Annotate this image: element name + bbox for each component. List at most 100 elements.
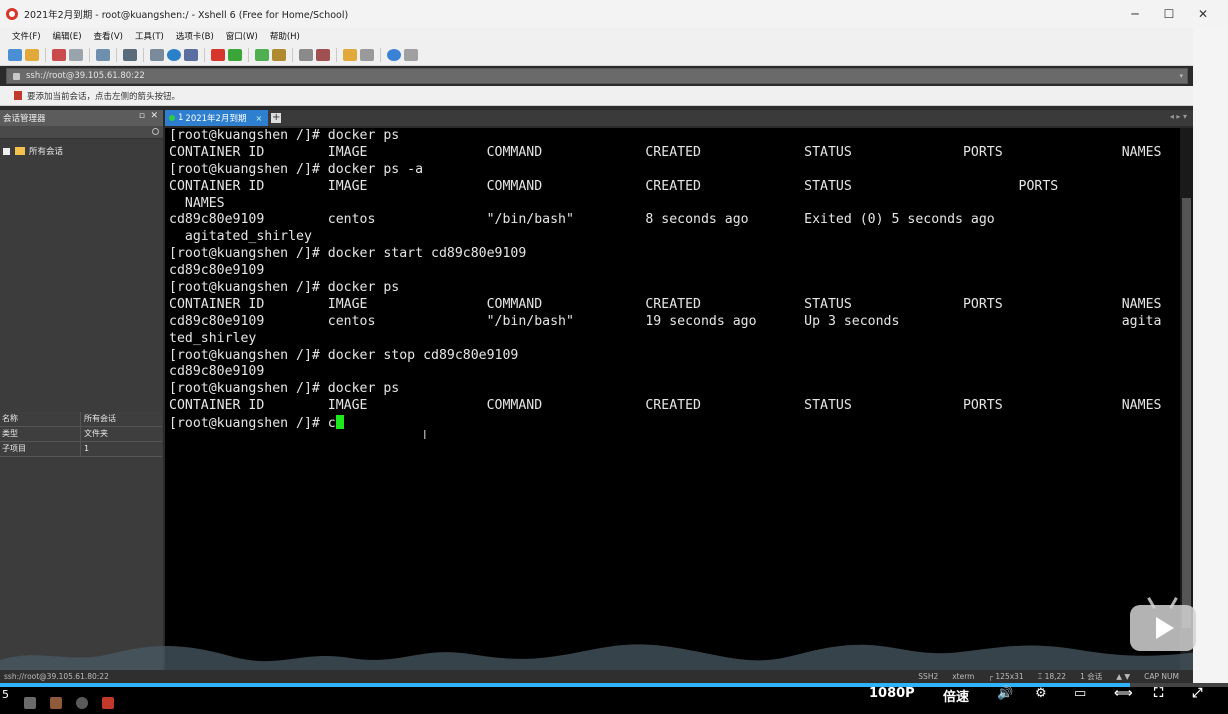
- fullscreen-icon[interactable]: [255, 48, 269, 61]
- quality-button[interactable]: 1080P: [869, 686, 915, 701]
- menu-bar: 文件(F) 编辑(E) 查看(V) 工具(T) 选项卡(B) 窗口(W) 帮助(…: [0, 28, 1193, 44]
- address-bar[interactable]: ssh://root@39.105.61.80:22 ▾: [6, 68, 1188, 84]
- status-cursor-pos: ⌶ 18,22: [1037, 671, 1067, 681]
- maximize-button[interactable]: ☐: [1152, 0, 1186, 28]
- menu-tab[interactable]: 选项卡(B): [176, 30, 214, 42]
- terminal-prompt: [root@kuangshen /]#: [169, 416, 328, 432]
- terminal-line: [root@kuangshen /]# docker stop cd89c80e…: [169, 347, 519, 363]
- terminal-line: [root@kuangshen /]# docker ps: [169, 128, 400, 143]
- menu-help[interactable]: 帮助(H): [270, 30, 300, 42]
- new-session-icon[interactable]: [8, 48, 22, 61]
- terminal[interactable]: [root@kuangshen /]# docker ps CONTAINER …: [165, 128, 1180, 670]
- search-icon[interactable]: [152, 128, 159, 135]
- globe-icon[interactable]: [167, 48, 181, 61]
- video-control-bar: 5 1080P 倍速 🔊 ⚙ ▭ ⟺ ⛶ ⤢: [0, 683, 1228, 714]
- status-session: ssh://root@39.105.61.80:22: [4, 672, 109, 681]
- menu-window[interactable]: 窗口(W): [226, 30, 258, 42]
- close-icon[interactable]: ✕: [150, 111, 158, 121]
- tab-number: 1: [178, 113, 184, 123]
- session-search-input[interactable]: [0, 126, 163, 139]
- status-keys: CAP NUM: [1144, 672, 1179, 681]
- add-tab-button[interactable]: +: [271, 113, 282, 123]
- taskbar-app-icon[interactable]: [50, 697, 62, 709]
- terminal-line: agitated_shirley: [169, 229, 312, 245]
- disconnect-icon[interactable]: [69, 48, 83, 61]
- terminal-cursor: [335, 415, 344, 430]
- keyboard-icon[interactable]: [299, 48, 313, 61]
- toolbar-divider: [116, 47, 117, 62]
- status-arrows: ▲ ▼: [1116, 672, 1131, 681]
- scrollbar-thumb[interactable]: [1182, 198, 1191, 628]
- lock-icon[interactable]: [272, 48, 286, 61]
- bookmark-icon[interactable]: [14, 91, 22, 100]
- property-row: 类型 文件夹: [0, 427, 162, 442]
- menu-edit[interactable]: 编辑(E): [53, 30, 82, 42]
- terminal-line: ted_shirley: [169, 330, 257, 346]
- menu-tools[interactable]: 工具(T): [135, 30, 164, 42]
- menu-file[interactable]: 文件(F): [12, 30, 41, 42]
- connect-icon[interactable]: [52, 48, 66, 61]
- tab-bar: 1 2021年2月到期 × + ◂ ▸ ▾: [165, 110, 1193, 126]
- picture-in-picture-icon[interactable]: ▭: [1074, 686, 1086, 701]
- toolbar-divider: [45, 47, 46, 62]
- gear-icon[interactable]: ⚙: [1035, 686, 1047, 701]
- transfer-icon[interactable]: [150, 48, 164, 61]
- tab-session[interactable]: 1 2021年2月到期 ×: [165, 110, 269, 126]
- chevron-down-icon[interactable]: ▾: [1179, 72, 1183, 80]
- taskbar-app-icon[interactable]: [76, 697, 88, 709]
- terminal-line: NAMES: [169, 195, 225, 211]
- script-icon[interactable]: [228, 48, 242, 61]
- properties-icon[interactable]: [96, 48, 110, 61]
- fullscreen-icon[interactable]: ⤢: [1192, 686, 1202, 701]
- highlight-icon[interactable]: [316, 48, 330, 61]
- tab-navigation[interactable]: ◂ ▸ ▾: [1170, 112, 1187, 121]
- tab-group-icon[interactable]: [343, 48, 357, 61]
- video-play-icon[interactable]: [1130, 597, 1196, 651]
- toolbar-divider: [143, 47, 144, 62]
- toolbar-divider: [380, 47, 381, 62]
- toolbar-divider: [248, 47, 249, 62]
- connected-status-icon: [169, 115, 175, 121]
- status-size: ┌ 125x31: [988, 672, 1024, 681]
- toolbar-divider: [292, 47, 293, 62]
- close-button[interactable]: ✕: [1186, 0, 1220, 28]
- lock-icon: [13, 72, 20, 80]
- widescreen-icon[interactable]: ⟺: [1114, 686, 1133, 701]
- terminal-line: cd89c80e9109: [169, 263, 265, 279]
- help-icon[interactable]: [387, 48, 401, 61]
- terminal-scrollbar[interactable]: [1180, 128, 1193, 670]
- search-icon[interactable]: [123, 48, 137, 61]
- layout-icon[interactable]: [360, 48, 374, 61]
- pin-icon[interactable]: ▫: [139, 111, 145, 121]
- taskbar-icons: [24, 697, 114, 709]
- font-icon[interactable]: [184, 48, 198, 61]
- terminal-line: [root@kuangshen /]# docker start cd89c80…: [169, 246, 527, 262]
- volume-icon[interactable]: 🔊: [997, 686, 1013, 701]
- speed-button[interactable]: 倍速: [943, 686, 969, 705]
- taskbar-app-icon[interactable]: [102, 697, 114, 709]
- hint-text: 要添加当前会话，点击左侧的箭头按钮。: [27, 91, 181, 102]
- property-value: 1: [84, 444, 90, 453]
- terminal-line: [root@kuangshen /]# docker ps: [169, 280, 400, 296]
- open-folder-icon[interactable]: [25, 48, 39, 61]
- terminal-prompt-line[interactable]: [root@kuangshen /]# c: [165, 415, 1180, 432]
- property-key: 名称: [0, 412, 81, 426]
- expand-icon[interactable]: [3, 147, 10, 155]
- tree-item-all-sessions[interactable]: 所有会话: [0, 139, 163, 163]
- terminal-line: cd89c80e9109: [169, 364, 265, 380]
- tab-close-icon[interactable]: ×: [255, 114, 262, 123]
- web-fullscreen-icon[interactable]: ⛶: [1154, 686, 1163, 701]
- tab-label: 2021年2月到期: [185, 114, 247, 124]
- session-manager-header: 会话管理器 ▫ ✕: [0, 110, 163, 126]
- toolbar-divider: [89, 47, 90, 62]
- hint-bar: 要添加当前会话，点击左侧的箭头按钮。: [0, 86, 1193, 106]
- audio-wave-overlay: [0, 644, 1228, 672]
- chat-icon[interactable]: [404, 48, 418, 61]
- text-cursor-icon: I: [423, 428, 427, 442]
- status-terminal-type: xterm: [952, 672, 975, 681]
- minimize-button[interactable]: ─: [1118, 0, 1152, 28]
- video-time: 5: [2, 688, 9, 701]
- menu-view[interactable]: 查看(V): [94, 30, 123, 42]
- taskbar-app-icon[interactable]: [24, 697, 36, 709]
- xftp-icon[interactable]: [211, 48, 225, 61]
